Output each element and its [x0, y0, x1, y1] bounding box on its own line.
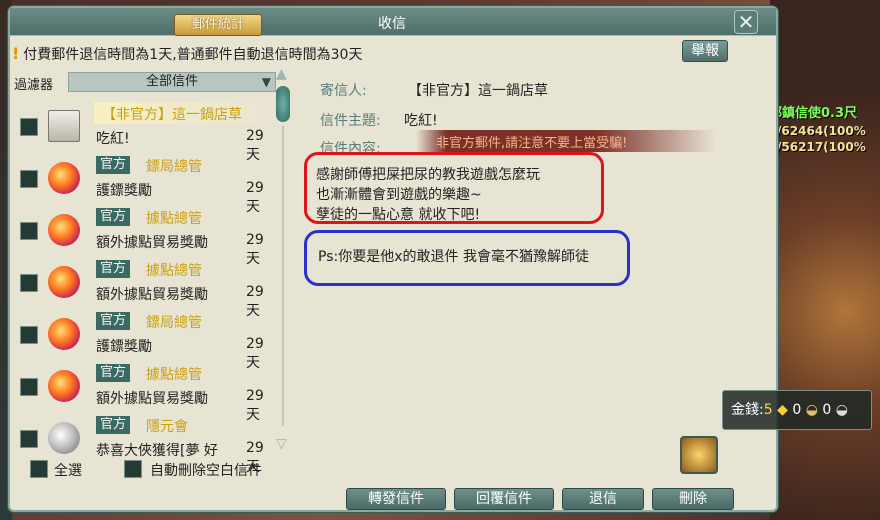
mail-subject: 恭喜大俠獲得[夢 好	[96, 443, 218, 459]
silver-amount: 0	[792, 402, 802, 418]
silver-emblem-icon	[48, 422, 80, 454]
mail-item[interactable]: 官方 據點總管 額外據點貿易獎勵 29天	[14, 362, 276, 423]
body-line-2: 也漸漸體會到遊戲的樂趣~	[316, 187, 482, 203]
game-scene	[770, 0, 880, 520]
body-line-1: 感謝師傅把屎把尿的教我遊戲怎麼玩	[316, 167, 540, 183]
mail-item[interactable]: 官方 隱元會 恭喜大俠獲得[夢 好 29天	[14, 414, 276, 475]
mail-subject: 護鏢獎勵	[96, 183, 152, 199]
scroll-track	[282, 126, 284, 426]
mail-sender: 【非官方】這一鍋店草	[102, 107, 242, 123]
auto-delete-label: 自動刪除空白信件	[150, 463, 262, 479]
filter-label: 過濾器	[14, 78, 54, 93]
mail-item[interactable]: 官方 鏢局總管 護鏢獎勵 29天	[14, 154, 276, 215]
auto-delete-checkbox[interactable]	[124, 460, 142, 478]
mail-subject: 額外據點貿易獎勵	[96, 235, 208, 251]
from-label: 寄信人:	[320, 83, 367, 99]
scroll-icon	[48, 110, 80, 142]
chevron-down-icon: ▼	[261, 75, 271, 89]
gold-amount: 5	[763, 402, 773, 418]
mail-subject: 額外據點貿易獎勵	[96, 391, 208, 407]
mail-checkbox[interactable]	[20, 170, 38, 188]
fire-emblem-icon	[48, 162, 80, 194]
mail-item[interactable]: 官方 據點總管 額外據點貿易獎勵 29天	[14, 258, 276, 319]
copper-icon: ◒	[835, 402, 848, 418]
mail-checkbox[interactable]	[20, 430, 38, 448]
tab-mail-stats[interactable]: 郵件統計	[174, 14, 262, 36]
filter-select[interactable]: 全部信件 ▼	[68, 72, 276, 92]
notice: ! 付費郵件退信時間為1天,普通郵件自動退信時間為30天	[12, 44, 362, 64]
official-tag: 官方	[96, 416, 131, 434]
ps-line: Ps:你要是他x的敢退件 我會毫不猶豫解師徒	[318, 249, 589, 265]
mail-subject: 護鏢獎勵	[96, 339, 152, 355]
gold-icon: ◆	[777, 402, 788, 418]
mail-checkbox[interactable]	[20, 378, 38, 396]
delete-button[interactable]: 刪除	[652, 488, 734, 510]
mail-subject: 額外據點貿易獎勵	[96, 287, 208, 303]
treasure-chest-icon[interactable]	[680, 436, 718, 474]
mail-list: 過濾器 全部信件 ▼ 【非官方】這一鍋店草 吃紅! 29天 官方 鏢局總管 護鏢獎勵 29天…	[14, 66, 278, 475]
warning-icon: !	[12, 44, 20, 63]
official-tag: 官方	[96, 312, 131, 330]
mail-item[interactable]: 【非官方】這一鍋店草 吃紅! 29天	[14, 102, 276, 163]
fire-emblem-icon	[48, 318, 80, 350]
official-tag: 官方	[96, 260, 131, 278]
mail-checkbox[interactable]	[20, 118, 38, 136]
subject-label: 信件主題:	[320, 113, 381, 129]
mail-sender: 隱元會	[146, 419, 188, 435]
mail-sender: 據點總管	[146, 211, 202, 227]
mail-sender: 據點總管	[146, 263, 202, 279]
copper-amount: 0	[822, 402, 832, 418]
subject-value: 吃紅!	[404, 113, 438, 129]
official-tag: 官方	[96, 156, 131, 174]
scam-warning: 非官方郵件,請注意不要上當受騙!	[436, 136, 628, 151]
mail-checkbox[interactable]	[20, 222, 38, 240]
mail-subject: 吃紅!	[96, 131, 130, 147]
report-button[interactable]: 舉報	[682, 40, 728, 62]
notice-text: 付費郵件退信時間為1天,普通郵件自動退信時間為30天	[23, 47, 363, 63]
select-all-checkbox[interactable]	[30, 460, 48, 478]
mail-sender: 鏢局總管	[146, 159, 202, 175]
scroll-up-icon[interactable]: ▲	[276, 66, 287, 82]
mail-sender: 鏢局總管	[146, 315, 202, 331]
from-value: 【非官方】這一鍋店草	[408, 83, 548, 99]
scroll-thumb[interactable]	[276, 86, 290, 122]
filter-value: 全部信件	[145, 74, 198, 89]
return-button[interactable]: 退信	[562, 488, 644, 510]
silver-icon: ◒	[805, 402, 818, 418]
scroll-down-icon[interactable]: ▽	[276, 436, 287, 452]
close-button[interactable]: ✕	[734, 10, 758, 34]
mail-item[interactable]: 官方 據點總管 額外據點貿易獎勵 29天	[14, 206, 276, 267]
list-scrollbar[interactable]: ▲ ▽	[276, 66, 290, 452]
fire-emblem-icon	[48, 214, 80, 246]
tab-inbox[interactable]: 收信	[352, 14, 432, 36]
official-tag: 官方	[96, 364, 131, 382]
mail-checkbox[interactable]	[20, 326, 38, 344]
body-line-3: 孽徒的一點心意 就收下吧!	[316, 207, 481, 223]
fire-emblem-icon	[48, 266, 80, 298]
money-label: 金錢:	[731, 402, 764, 418]
select-all-label: 全選	[54, 463, 82, 479]
fire-emblem-icon	[48, 370, 80, 402]
mail-checkbox[interactable]	[20, 274, 38, 292]
reply-button[interactable]: 回覆信件	[454, 488, 554, 510]
official-tag: 官方	[96, 208, 131, 226]
forward-button[interactable]: 轉發信件	[346, 488, 446, 510]
money-panel: 金錢:5 ◆ 0 ◒ 0 ◒	[722, 390, 872, 430]
mail-sender: 據點總管	[146, 367, 202, 383]
mail-item[interactable]: 官方 鏢局總管 護鏢獎勵 29天	[14, 310, 276, 371]
